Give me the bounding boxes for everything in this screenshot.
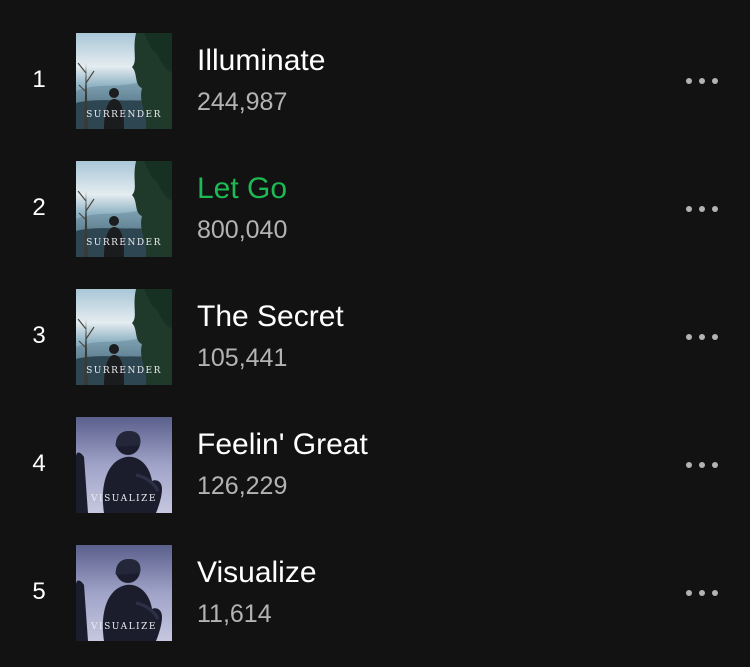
more-options-button[interactable] [678,325,726,349]
more-horizontal-icon [686,78,692,84]
track-number: 1 [32,66,46,93]
play-count: 105,441 [197,344,288,372]
track-row[interactable]: 5 VISUALIZE Visualize 11,614 [0,529,750,657]
album-title-art: VISUALIZE [91,622,157,632]
more-horizontal-icon [686,206,692,212]
album-cover[interactable]: SURRENDER [76,33,172,129]
play-count: 126,229 [197,472,288,500]
track-row[interactable]: 4 VISUALIZE Feelin' Great 126,229 [0,401,750,529]
album-cover[interactable]: SURRENDER [76,161,172,257]
more-options-button[interactable] [678,581,726,605]
track-list: 1 SURRENDER Illuminate 244,987 2 SURREND… [0,17,750,657]
album-title-art: SURRENDER [86,366,162,376]
play-count: 244,987 [197,88,288,116]
more-options-button[interactable] [678,453,726,477]
track-title[interactable]: Illuminate [197,43,325,79]
track-number: 2 [32,194,46,221]
play-count: 11,614 [197,600,272,628]
track-row[interactable]: 1 SURRENDER Illuminate 244,987 [0,17,750,145]
more-options-button[interactable] [678,69,726,93]
album-title-art: SURRENDER [86,238,162,248]
track-title[interactable]: Let Go [197,171,287,207]
album-title-art: SURRENDER [86,110,162,120]
more-options-button[interactable] [678,197,726,221]
album-cover[interactable]: VISUALIZE [76,417,172,513]
track-title[interactable]: Visualize [197,555,317,591]
album-cover[interactable]: SURRENDER [76,289,172,385]
album-cover[interactable]: VISUALIZE [76,545,172,641]
track-title[interactable]: The Secret [197,299,344,335]
more-horizontal-icon [686,334,692,340]
track-title[interactable]: Feelin' Great [197,427,368,463]
more-horizontal-icon [686,590,692,596]
track-row[interactable]: 2 SURRENDER Let Go 800,040 [0,145,750,273]
track-number: 3 [32,322,46,349]
track-number: 4 [32,450,46,477]
track-number: 5 [32,578,46,605]
more-horizontal-icon [686,462,692,468]
track-row[interactable]: 3 SURRENDER The Secret 105,441 [0,273,750,401]
play-count: 800,040 [197,216,288,244]
album-title-art: VISUALIZE [91,494,157,504]
